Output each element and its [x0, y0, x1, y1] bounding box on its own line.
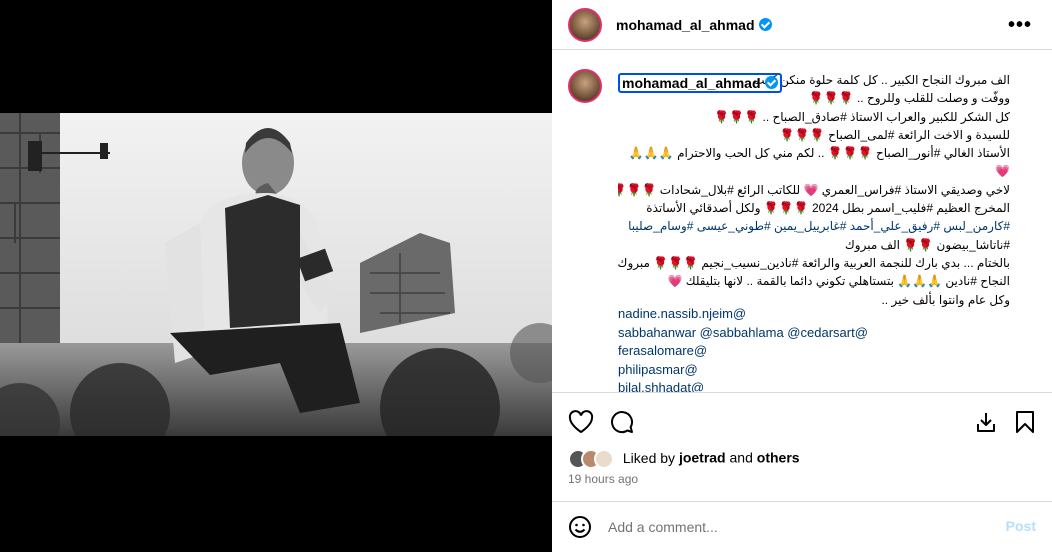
bookmark-icon[interactable]	[1014, 410, 1036, 434]
post-media[interactable]	[0, 0, 552, 552]
comment-icon[interactable]	[610, 410, 634, 434]
caption-line-text: الف مبروك النجاح الكبير .. كل كلمة حلوة …	[753, 73, 1010, 87]
caption-line: النجاح #نادين 🙏🙏🙏 بتستاهلي تكوني دائما ب…	[667, 274, 1010, 289]
comment-input[interactable]	[608, 517, 988, 537]
mention-link[interactable]: nadine.nassib.njeim@	[618, 305, 868, 324]
action-bar	[552, 392, 1052, 448]
author-username[interactable]: mohamad_al_ahmad	[616, 17, 772, 33]
caption-mentions: nadine.nassib.njeim@ sabbahanwar @sabbah…	[618, 305, 868, 392]
comment-box: Post	[552, 501, 1052, 552]
verified-badge-icon	[758, 18, 772, 31]
post-detail-panel: mohamad_al_ahmad ••• الف مبروك النجاح ال…	[552, 0, 1052, 552]
author-username-text[interactable]: mohamad_al_ahmad	[616, 17, 755, 33]
post-timestamp[interactable]: 19 hours ago	[568, 472, 638, 486]
caption-username-text[interactable]: mohamad_al_ahmad	[622, 75, 761, 91]
post-comment-button[interactable]: Post	[1006, 518, 1036, 534]
caption-line: بالختام ... بدي بارك للنجمة العربية والر…	[618, 255, 1010, 270]
author-avatar[interactable]	[568, 8, 602, 42]
liker-avatar[interactable]	[594, 449, 614, 469]
likes-prefix: Liked by	[622, 449, 676, 466]
photo-illustration	[0, 113, 552, 436]
post-photo[interactable]	[0, 113, 552, 436]
caption-text: الف مبروك النجاح الكبير .. كل كلمة حلوة …	[618, 71, 1010, 309]
caption-line: 💗	[995, 164, 1010, 179]
post-header: mohamad_al_ahmad •••	[552, 0, 1052, 50]
caption-line: المخرج العظيم #فليب_اسمر بطل 2024 🌹🌹🌹 ول…	[646, 201, 1010, 216]
caption-line-hashtags[interactable]: #كارمن_لبس #رفيق_علي_أحمد #غابرييل_يمين …	[618, 217, 1010, 235]
caption-line: كل الشكر للكبير والعراب الاستاذ #صادق_ال…	[714, 109, 1010, 124]
mention-link[interactable]: philipasmar@	[618, 361, 868, 380]
mention-link[interactable]: sabbahanwar @sabbahlama @cedarsart@	[618, 324, 868, 343]
likes-others-link[interactable]: others	[757, 450, 800, 466]
mention-link[interactable]: bilal.shhadat@	[618, 379, 868, 392]
likes-summary: Liked by joetrad and others	[568, 449, 800, 473]
caption-line: الأستاذ الغالي #أنور_الصباح 🌹🌹🌹 .. لكم م…	[628, 146, 1010, 161]
heart-icon[interactable]	[568, 410, 594, 434]
caption-line: لاخي وصديقي الاستاذ #فراس_العمري 💗 للكات…	[618, 182, 1010, 197]
mention-link[interactable]: ferasalomare@	[618, 342, 868, 361]
emoji-icon[interactable]	[568, 515, 592, 539]
verified-badge-icon	[764, 76, 778, 89]
caption-avatar[interactable]	[568, 69, 602, 103]
more-options-icon[interactable]: •••	[1008, 14, 1032, 37]
liker-username[interactable]: joetrad	[679, 450, 726, 466]
caption-line: للسيدة و الاخت الرائعة #لمى_الصباح 🌹🌹🌹	[779, 127, 1010, 142]
caption-line: #ناتاشا_بيضون 🌹🌹 الف مبروك	[844, 237, 1010, 252]
likes-and: and	[729, 449, 753, 466]
caption-scroll-area[interactable]: الف مبروك النجاح الكبير .. كل كلمة حلوة …	[552, 51, 1052, 392]
caption-username[interactable]: mohamad_al_ahmad	[618, 73, 782, 93]
share-icon[interactable]	[974, 410, 998, 434]
